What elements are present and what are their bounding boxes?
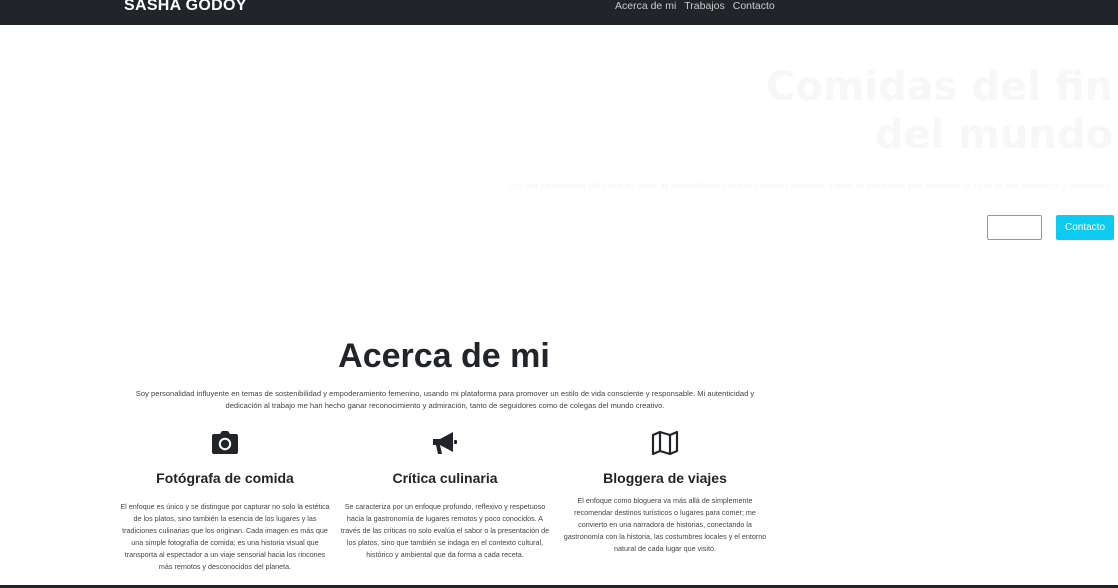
feature-text: Se caracteriza por un enfoque profundo, … (340, 502, 550, 559)
feature-travel-blogger: Bloggera de viajes El enfoque como blogu… (560, 430, 770, 555)
about-text: Soy personalidad influyente en temas de … (135, 389, 755, 410)
feature-title: Fotógrafa de comida (156, 470, 294, 486)
feature-food-photographer: Fotógrafa de comida El enfoque es único … (120, 430, 330, 573)
map-icon (651, 430, 679, 456)
feature-title: Crítica culinaria (392, 470, 498, 486)
nav-link-acerca[interactable]: Acerca de mi (615, 0, 676, 12)
feature-title: Bloggera de viajes (603, 470, 727, 486)
hero-contact-button[interactable]: Contacto (1056, 215, 1114, 240)
brand-logo[interactable]: SASHA GODOY (124, 0, 247, 16)
feature-food-critic: Crítica culinaria Se caracteriza por un … (340, 430, 550, 561)
hero-title: Comidas del fin del mundo (765, 64, 1113, 158)
camera-icon (212, 431, 238, 454)
hero-works-button[interactable]: Trabajos (987, 215, 1042, 240)
feature-text: El enfoque como bloguera va más allá de … (563, 496, 767, 553)
about-title: Acerca de mi (338, 337, 550, 375)
nav-links: Acerca de mi Trabajos Contacto (615, 0, 775, 12)
hero-text: Soy una personalidad influyente en temas… (509, 182, 1113, 190)
top-navbar: SASHA GODOY Acerca de mi Trabajos Contac… (0, 0, 1118, 25)
megaphone-icon (433, 432, 457, 454)
feature-text: El enfoque es único y se distingue por c… (120, 502, 330, 571)
nav-link-trabajos[interactable]: Trabajos (684, 0, 724, 12)
nav-link-contacto[interactable]: Contacto (733, 0, 775, 12)
